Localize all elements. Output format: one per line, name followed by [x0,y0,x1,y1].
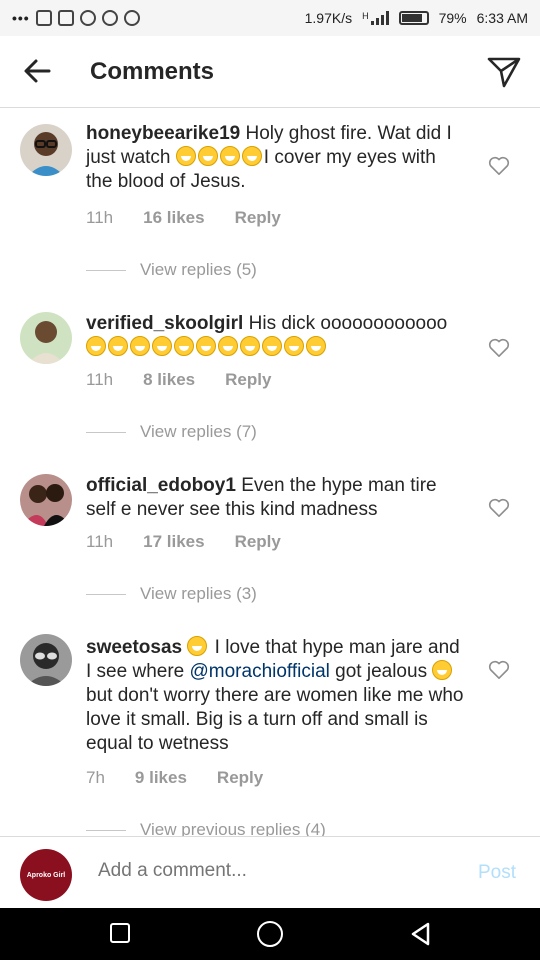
avatar[interactable] [20,124,72,176]
comment-username[interactable]: sweetosas [86,637,182,658]
home-icon[interactable] [257,921,283,947]
like-heart-icon[interactable] [488,156,510,176]
comment-likes[interactable]: 17 likes [143,532,204,552]
comment-time: 7h [86,768,105,787]
comment-meta: 11h 8 likes Reply [86,370,271,390]
reply-button[interactable]: Reply [225,370,271,390]
emoji-icon [152,336,172,356]
reply-button[interactable]: Reply [217,768,263,788]
system-nav-bar [0,908,540,960]
emoji-icon [108,336,128,356]
comment-username[interactable]: official_edoboy1 [86,475,236,496]
divider [86,431,126,433]
emoji-icon [241,146,262,166]
emoji-icon [432,660,453,680]
like-heart-icon[interactable] [488,498,510,518]
emoji-icon [262,336,282,356]
reply-button[interactable]: Reply [235,532,281,552]
view-replies-label: View replies (7) [140,422,257,441]
view-replies-label: View replies (3) [140,584,257,603]
instagram-icon [101,10,118,26]
image-icon [57,10,74,26]
comment-body-end: but don't worry there are women like me … [86,685,464,754]
avatar[interactable] [20,634,72,686]
emoji-icon [284,336,304,356]
emoji-icon [174,336,194,356]
comment-likes[interactable]: 8 likes [143,370,195,390]
avatar[interactable] [20,312,72,364]
view-replies[interactable]: View replies (3) [86,584,257,604]
page-title: Comments [90,58,215,85]
emoji-icon [306,336,326,356]
divider [86,829,126,831]
emoji-icon [86,336,106,356]
header: Comments [0,36,540,108]
shield-icon [35,10,52,26]
add-comment-bar: Aproko Girl Post [0,836,540,908]
reply-button[interactable]: Reply [235,208,281,228]
emoji-icon [130,336,150,356]
sync-icon [123,10,140,26]
recent-apps-icon[interactable] [110,923,130,943]
paper-plane-icon[interactable] [486,54,522,90]
emoji-icon [219,146,240,166]
comment-text: verified_skoolgirl His dick oooooooooooo [86,312,466,360]
signal-label: H [362,11,369,21]
emoji-icon [218,336,238,356]
view-replies[interactable]: View previous replies (4) [86,820,326,836]
view-replies-label: View replies (5) [140,260,257,279]
comment-text: honeybeearike19 Holy ghost fire. Wat did… [86,122,466,194]
comment-body: His dick oooooooooooo [248,313,448,334]
comment-body-mid: got jealous [329,661,433,682]
emoji-icon [196,336,216,356]
comment-likes[interactable]: 16 likes [143,208,204,228]
clock: 6:33 AM [476,10,528,26]
comment-time: 11h [86,208,114,227]
emoji-icon [240,336,260,356]
battery-icon [398,11,429,25]
comment-username[interactable]: honeybeearike19 [86,123,240,144]
comment-likes[interactable]: 9 likes [135,768,187,788]
signal-icon: H [362,11,389,25]
emoji-icon [197,146,218,166]
view-replies[interactable]: View replies (7) [86,422,257,442]
comment-username[interactable]: verified_skoolgirl [86,313,243,334]
comment-input[interactable] [96,859,440,883]
emoji-icon [175,146,196,166]
whatsapp-icon [79,10,96,26]
battery-percent: 79% [438,10,467,26]
view-replies-label: View previous replies (4) [140,820,326,836]
notification-dots: ••• [12,10,30,26]
comment-meta: 11h 16 likes Reply [86,208,281,228]
nav-back-icon[interactable] [408,921,434,947]
comment-meta: 7h 9 likes Reply [86,768,263,788]
back-arrow-icon[interactable] [22,56,52,86]
own-avatar: Aproko Girl [20,849,72,901]
divider [86,269,126,271]
comment-time: 11h [86,370,114,389]
comment-text: official_edoboy1 Even the hype man tire … [86,474,466,522]
status-bar: ••• 1.97K/s H 79% 6:33 AM [0,0,540,36]
comment-list: honeybeearike19 Holy ghost fire. Wat did… [0,108,540,836]
comment-meta: 11h 17 likes Reply [86,532,281,552]
like-heart-icon[interactable] [488,338,510,358]
view-replies[interactable]: View replies (5) [86,260,257,280]
divider [86,593,126,595]
post-button[interactable]: Post [478,862,516,884]
comment-time: 11h [86,532,114,551]
network-speed: 1.97K/s [304,10,353,26]
avatar[interactable] [20,474,72,526]
comment-text: sweetosas I love that hype man jare and … [86,636,466,756]
avatar-logo-text: Aproko Girl [26,871,66,879]
like-heart-icon[interactable] [488,660,510,680]
mention-link[interactable]: @morachiofficial [190,661,330,682]
emoji-icon [187,636,208,656]
